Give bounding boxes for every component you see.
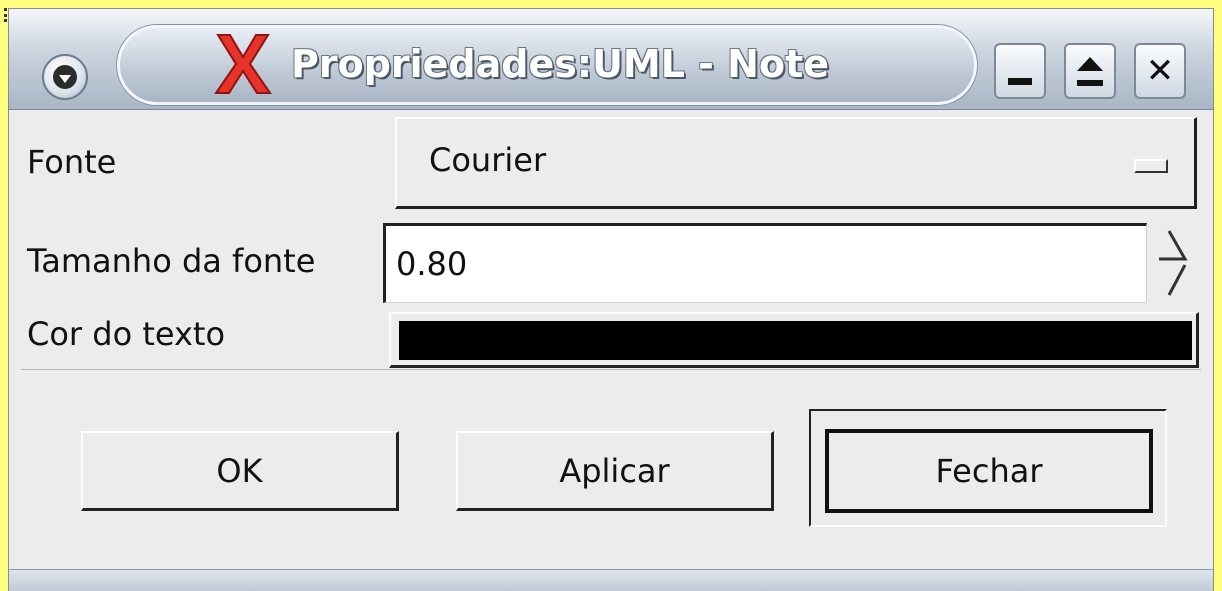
spin-arrows-icon[interactable] — [1155, 223, 1207, 303]
option-menu-indicator-icon — [1134, 159, 1168, 173]
close-icon: ✕ — [1145, 51, 1175, 91]
dialog-window: Propriedades:UML - Note ✕ Fonte Courier … — [8, 8, 1214, 591]
window-menu-button[interactable] — [42, 54, 88, 100]
text-color-button[interactable] — [389, 312, 1199, 368]
window-title: Propriedades:UML - Note — [291, 42, 830, 86]
apply-button[interactable]: Aplicar — [456, 431, 774, 511]
window-bottom-edge — [9, 569, 1213, 591]
font-select-value: Courier — [429, 141, 547, 179]
separator — [21, 369, 1201, 370]
font-size-input[interactable] — [383, 223, 1147, 303]
title-bar[interactable]: Propriedades:UML - Note ✕ — [9, 9, 1213, 110]
font-size-label: Tamanho da fonte — [27, 242, 316, 280]
text-color-label: Cor do texto — [27, 315, 226, 353]
close-window-button[interactable]: ✕ — [1134, 43, 1186, 99]
font-select[interactable]: Courier — [395, 117, 1197, 209]
color-swatch — [399, 321, 1192, 360]
maximize-button[interactable] — [1064, 43, 1116, 99]
red-x-app-icon — [214, 34, 272, 94]
minimize-button[interactable] — [994, 43, 1046, 99]
font-label: Fonte — [27, 143, 117, 181]
ok-button[interactable]: OK — [81, 431, 399, 511]
window-menu-icon — [53, 65, 77, 89]
close-button[interactable]: Fechar — [825, 429, 1153, 513]
minimize-icon — [1008, 78, 1032, 85]
